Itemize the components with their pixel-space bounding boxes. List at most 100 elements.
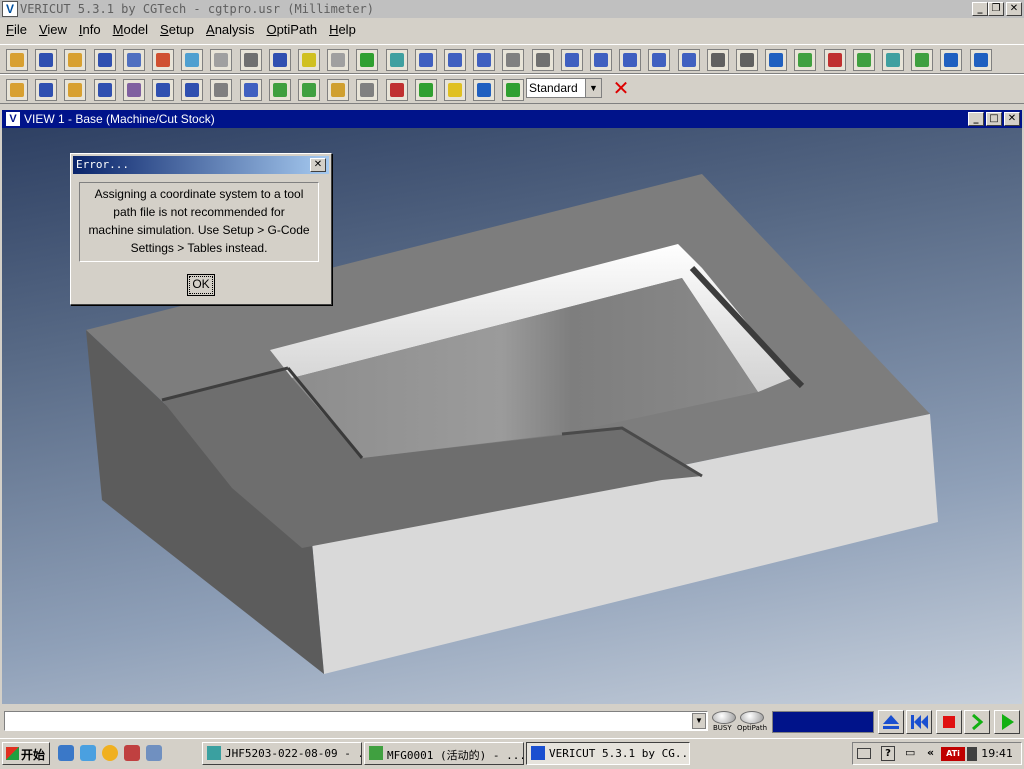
tree-icon[interactable] (823, 49, 846, 71)
reset-icon[interactable] (444, 49, 466, 71)
ati-icon[interactable]: ATi (941, 747, 965, 761)
menu-help[interactable]: Help (323, 22, 362, 37)
table-icon[interactable] (298, 79, 320, 101)
report-icon[interactable] (882, 49, 904, 71)
chevron-down-icon[interactable]: ▼ (585, 79, 601, 97)
move-icon[interactable] (531, 49, 554, 71)
task-jhf5203[interactable]: JHF5203-022-08-09 - ... (202, 742, 362, 765)
speaker-icon[interactable] (967, 747, 977, 761)
app-title-bar[interactable]: V VERICUT 5.3.1 by CGTech - cgtpro.usr (… (0, 0, 1024, 18)
keyboard-icon[interactable] (857, 748, 871, 759)
color-icon[interactable] (152, 49, 174, 71)
command-input[interactable]: ▼ (4, 711, 708, 731)
menu-view[interactable]: View (33, 22, 73, 37)
solid-icon[interactable] (794, 49, 817, 71)
menu-analysis[interactable]: Analysis (200, 22, 260, 37)
rewind-button[interactable] (906, 710, 932, 734)
app-shortcut-icon[interactable] (124, 745, 140, 761)
message-line: Assigning a coordinate system to a tool (94, 187, 304, 201)
menu-model[interactable]: Model (107, 22, 154, 37)
add-icon[interactable] (502, 79, 525, 101)
model-icon[interactable] (298, 49, 320, 71)
restore-button[interactable]: ❐ (988, 2, 1004, 16)
calculator-icon[interactable] (152, 79, 174, 101)
open-control-icon[interactable] (64, 79, 87, 101)
stop-button[interactable] (936, 710, 962, 734)
view-icon[interactable] (706, 49, 729, 71)
messenger-icon[interactable] (80, 745, 96, 761)
design-icon[interactable] (414, 49, 437, 71)
save-user-file-icon[interactable] (35, 49, 58, 71)
close-button[interactable]: ✕ (1006, 2, 1022, 16)
probe-icon[interactable] (414, 79, 437, 101)
save-image-icon[interactable] (268, 49, 291, 71)
stock-layers-icon[interactable] (327, 79, 350, 101)
info-icon[interactable] (181, 79, 204, 101)
stock-icon[interactable] (356, 49, 379, 71)
tool-glyph-icon (126, 53, 141, 67)
tool-library-icon[interactable] (122, 49, 145, 71)
tool-glyph-icon (623, 53, 638, 67)
open-machine-icon[interactable] (6, 79, 28, 101)
save-machine-icon[interactable] (35, 79, 58, 101)
zoom-icon[interactable] (590, 49, 612, 71)
play-button[interactable] (994, 710, 1020, 734)
fixture-icon[interactable] (385, 49, 408, 71)
x-caliper-icon[interactable] (473, 49, 496, 71)
compare-icon[interactable] (852, 49, 875, 71)
dialog-close-button[interactable]: ✕ (310, 158, 326, 172)
target-icon[interactable] (356, 79, 379, 101)
nc-program-icon[interactable] (181, 49, 204, 71)
pan-icon[interactable] (560, 49, 583, 71)
align-icon[interactable] (940, 49, 963, 71)
view-minimize-button[interactable]: _ (968, 112, 984, 126)
view-title-bar[interactable]: V VIEW 1 - Base (Machine/Cut Stock) _ □ … (2, 110, 1022, 128)
save-control-icon[interactable] (93, 79, 116, 101)
toolpath-icon[interactable] (268, 79, 291, 101)
view-maximize-button[interactable]: □ (986, 112, 1002, 126)
dialog-title-bar[interactable]: Error... ✕ (73, 156, 329, 174)
zoom-in-icon[interactable] (619, 49, 642, 71)
ok-button[interactable]: OK (187, 274, 215, 296)
section-icon[interactable] (385, 79, 408, 101)
zoom-out-icon[interactable] (648, 49, 671, 71)
display-icon[interactable]: ▭ (905, 746, 919, 761)
print-icon[interactable] (239, 49, 262, 71)
task-vericut[interactable]: VERICUT 5.3.1 by CG... (526, 742, 690, 765)
qq-icon[interactable] (102, 745, 118, 761)
expand-tray-icon[interactable]: « (927, 746, 934, 759)
cut-icon[interactable] (327, 49, 350, 71)
delete-x-icon[interactable]: ✕ (611, 78, 631, 98)
view-mode-select[interactable]: Standard ▼ (526, 78, 602, 98)
machine-icon[interactable] (210, 49, 233, 71)
menu-setup[interactable]: Setup (154, 22, 200, 37)
flip-icon[interactable] (969, 49, 992, 71)
rotate-icon[interactable] (736, 49, 758, 71)
status-icon[interactable] (239, 79, 262, 101)
minimize-button[interactable]: _ (972, 2, 988, 16)
undo-icon[interactable] (502, 49, 525, 71)
task-mfg0001[interactable]: MFG0001 (活动的) - ... (364, 742, 524, 765)
open-user-file-icon[interactable] (6, 49, 28, 71)
fit-icon[interactable] (677, 49, 700, 71)
start-button[interactable]: 开始 (2, 742, 50, 765)
notepad-icon[interactable] (146, 745, 162, 761)
open-project-icon[interactable] (64, 49, 87, 71)
layers-icon[interactable] (911, 49, 934, 71)
menu-optipath[interactable]: OptiPath (260, 22, 323, 37)
tool-glyph-icon (856, 53, 871, 67)
menu-file[interactable]: File (0, 22, 33, 37)
vericut-w-icon[interactable] (473, 79, 496, 101)
chevron-down-icon[interactable]: ▼ (692, 713, 706, 729)
hand-tool-icon[interactable] (122, 79, 145, 101)
save-project-icon[interactable] (93, 49, 116, 71)
reverse-icon[interactable] (765, 49, 788, 71)
lightning-icon[interactable] (444, 79, 466, 101)
eject-button[interactable] (878, 710, 904, 734)
view-close-button[interactable]: ✕ (1004, 112, 1020, 126)
step-button[interactable] (964, 710, 990, 734)
help-icon[interactable]: ? (881, 746, 895, 761)
menu-info[interactable]: Info (73, 22, 107, 37)
ie-icon[interactable] (58, 745, 74, 761)
log-icon[interactable] (210, 79, 233, 101)
